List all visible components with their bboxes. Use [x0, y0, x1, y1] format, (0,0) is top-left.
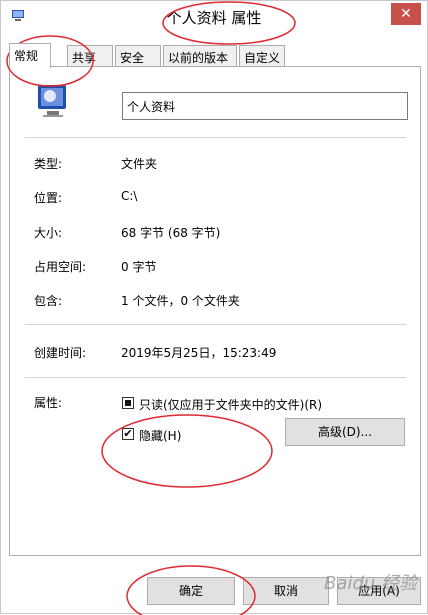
tab-previous-versions[interactable]: 以前的版本 [163, 45, 237, 67]
watermark: Baidu 经验 [324, 573, 417, 594]
ok-button[interactable]: 确定 [147, 577, 235, 605]
size-on-disk-value: 0 字节 [121, 260, 157, 274]
created-label: 创建时间: [34, 346, 87, 360]
attributes-label: 属性: [34, 396, 63, 410]
separator [25, 377, 406, 378]
hidden-label: 隐藏(H) [139, 429, 182, 443]
contains-value: 1 个文件，0 个文件夹 [121, 294, 240, 308]
tab-sharing[interactable]: 共享 [67, 45, 113, 67]
separator [25, 137, 406, 138]
tab-customize[interactable]: 自定义 [239, 45, 285, 67]
window-title: 个人资料 属性 [166, 9, 262, 27]
size-label: 大小: [34, 226, 63, 240]
close-button[interactable]: ✕ [391, 3, 421, 25]
tab-security[interactable]: 安全 [115, 45, 161, 67]
contains-label: 包含: [34, 294, 63, 308]
size-value: 68 字节 (68 字节) [121, 226, 221, 240]
title-bar[interactable]: 个人资料 属性 ✕ [1, 1, 427, 31]
location-value: C:\ [121, 189, 138, 203]
properties-window: 个人资料 属性 ✕ 常规 共享 安全 以前的版本 自定义 类型: 文件夹 位置:… [0, 0, 428, 615]
folder-icon [38, 85, 66, 117]
hidden-checkbox[interactable]: ✔ [122, 428, 134, 440]
folder-name-input[interactable] [122, 92, 408, 120]
indeterminate-mark [125, 400, 131, 406]
separator [25, 324, 406, 325]
created-value: 2019年5月25日，15:23:49 [121, 346, 277, 360]
location-label: 位置: [34, 191, 63, 205]
type-value: 文件夹 [121, 157, 158, 171]
tab-general[interactable]: 常规 [9, 43, 51, 68]
readonly-checkbox[interactable] [122, 397, 134, 409]
general-panel: 类型: 文件夹 位置: C:\ 大小: 68 字节 (68 字节) 占用空间: … [9, 66, 421, 556]
type-label: 类型: [34, 157, 63, 171]
advanced-button[interactable]: 高级(D)... [285, 418, 405, 446]
cancel-button[interactable]: 取消 [243, 577, 329, 605]
tab-strip: 常规 共享 安全 以前的版本 自定义 [9, 43, 421, 68]
readonly-label: 只读(仅应用于文件夹中的文件)(R) [139, 398, 323, 412]
size-on-disk-label: 占用空间: [34, 260, 87, 274]
